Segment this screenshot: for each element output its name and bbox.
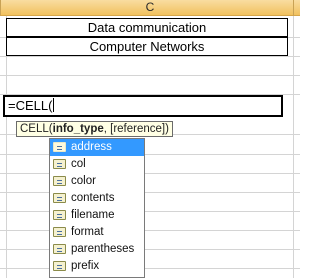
autocomplete-item[interactable]: address [50,139,144,156]
gridline-horizontal [0,230,300,231]
function-argument-icon [53,159,66,169]
cell-data-communication[interactable]: Data communication [6,18,288,37]
function-argument-icon [53,227,66,237]
gridline-horizontal [0,211,300,212]
autocomplete-list[interactable]: address col color contents filename form… [49,138,145,278]
autocomplete-item[interactable]: color [50,173,144,190]
active-cell-formula-editor[interactable]: =CELL( [3,95,283,117]
autocomplete-item[interactable]: col [50,156,144,173]
cell-computer-networks[interactable]: Computer Networks [6,37,288,56]
autocomplete-item-label: prefix [71,260,100,272]
column-letter: C [145,0,155,14]
function-argument-icon [53,244,66,254]
function-signature-tooltip[interactable]: CELL(info_type, [reference]) [16,121,173,137]
formula-text: =CELL( [8,98,53,113]
autocomplete-item-label: filename [71,209,115,221]
tooltip-function-name[interactable]: CELL [20,123,49,135]
tooltip-optional-argument[interactable]: [reference] [110,123,165,135]
tooltip-current-argument[interactable]: info_type [53,123,104,135]
autocomplete-item[interactable]: contents [50,190,144,207]
gridline-horizontal [0,268,300,269]
autocomplete-item[interactable]: format [50,224,144,241]
text-cursor [53,98,55,112]
autocomplete-item[interactable]: prefix [50,258,144,275]
autocomplete-item-label: format [71,226,104,238]
autocomplete-item[interactable]: parentheses [50,241,144,258]
function-argument-icon [53,210,66,220]
gridline-horizontal [0,75,300,76]
gridline-horizontal [0,154,300,155]
gridline-horizontal [0,173,300,174]
function-argument-icon [53,142,66,152]
autocomplete-item-label: address [71,141,112,153]
autocomplete-item[interactable]: filename [50,207,144,224]
autocomplete-item-label: col [71,158,86,170]
column-header-c[interactable]: C [0,0,300,16]
column-border-right[interactable] [293,0,294,16]
autocomplete-item-label: parentheses [71,243,135,255]
function-argument-icon [53,176,66,186]
gridline-horizontal [0,192,300,193]
function-argument-icon [53,261,66,271]
autocomplete-item-label: contents [71,192,115,204]
gridline-horizontal [0,249,300,250]
function-argument-icon [53,193,66,203]
tooltip-close-paren: ) [165,123,169,135]
gridline-horizontal [0,56,300,57]
autocomplete-item-label: color [71,175,96,187]
